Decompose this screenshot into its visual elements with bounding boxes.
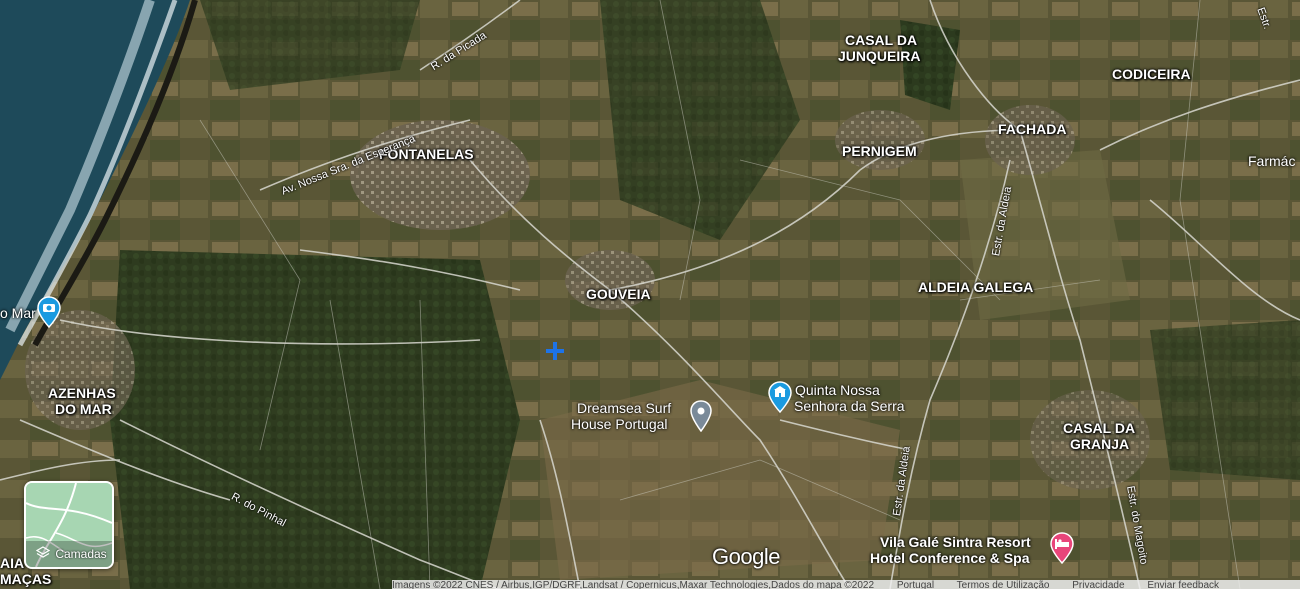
camera-viewpoint-icon[interactable]	[37, 296, 61, 328]
place-farmacia[interactable]: Farmác	[1248, 153, 1295, 169]
poi-quinta-line1[interactable]: Quinta Nossa	[795, 382, 880, 398]
place-fachada: FACHADA	[998, 121, 1067, 137]
google-logo: Google	[712, 544, 780, 569]
poi-azenhas-viewpoint[interactable]: o Mar	[0, 305, 36, 321]
hotel-icon[interactable]	[1050, 532, 1074, 564]
imagery-attribution: Imagens ©2022 CNES / Airbus,IGP/DGRF,Lan…	[392, 580, 875, 589]
poi-dreamsea-line2[interactable]: House Portugal	[571, 416, 668, 432]
place-gouveia: GOUVEIA	[586, 286, 651, 302]
terms-link[interactable]: Termos de Utilização	[957, 580, 1050, 589]
region-link[interactable]: Portugal	[897, 580, 934, 589]
location-marker-icon[interactable]	[544, 340, 566, 362]
place-aldeia-galega: ALDEIA GALEGA	[918, 279, 1034, 295]
place-pernigem: PERNIGEM	[842, 143, 917, 159]
place-casal-da-granja-line2: GRANJA	[1070, 436, 1130, 452]
layers-button[interactable]: Camadas	[24, 481, 114, 569]
place-casal-da-junqueira-line1: CASAL DA	[845, 32, 918, 48]
privacy-link[interactable]: Privacidade	[1072, 580, 1124, 589]
poi-quinta-line2[interactable]: Senhora da Serra	[794, 398, 905, 414]
place-azenhas-do-mar-line1: AZENHAS	[48, 385, 116, 401]
place-casal-da-junqueira-line2: JUNQUEIRA	[838, 48, 921, 64]
poi-vila-gale-line1[interactable]: Vila Galé Sintra Resort	[880, 534, 1031, 550]
place-codiceira: CODICEIRA	[1112, 66, 1191, 82]
place-casal-da-granja-line1: CASAL DA	[1063, 420, 1136, 436]
poi-vila-gale-line2[interactable]: Hotel Conference & Spa	[870, 550, 1029, 566]
map-footer: Imagens ©2022 CNES / Airbus,IGP/DGRF,Lan…	[392, 580, 1300, 589]
tourist-attraction-icon[interactable]	[768, 381, 792, 413]
place-praia-line1: AIA	[0, 555, 25, 571]
place-praia-line2: MAÇAS	[0, 571, 52, 587]
feedback-link[interactable]: Enviar feedback	[1147, 580, 1219, 589]
layers-label: Camadas	[55, 547, 107, 561]
map-pin-icon[interactable]	[690, 400, 712, 432]
place-azenhas-do-mar-line2: DO MAR	[55, 401, 112, 417]
poi-dreamsea-line1[interactable]: Dreamsea Surf	[577, 400, 671, 416]
